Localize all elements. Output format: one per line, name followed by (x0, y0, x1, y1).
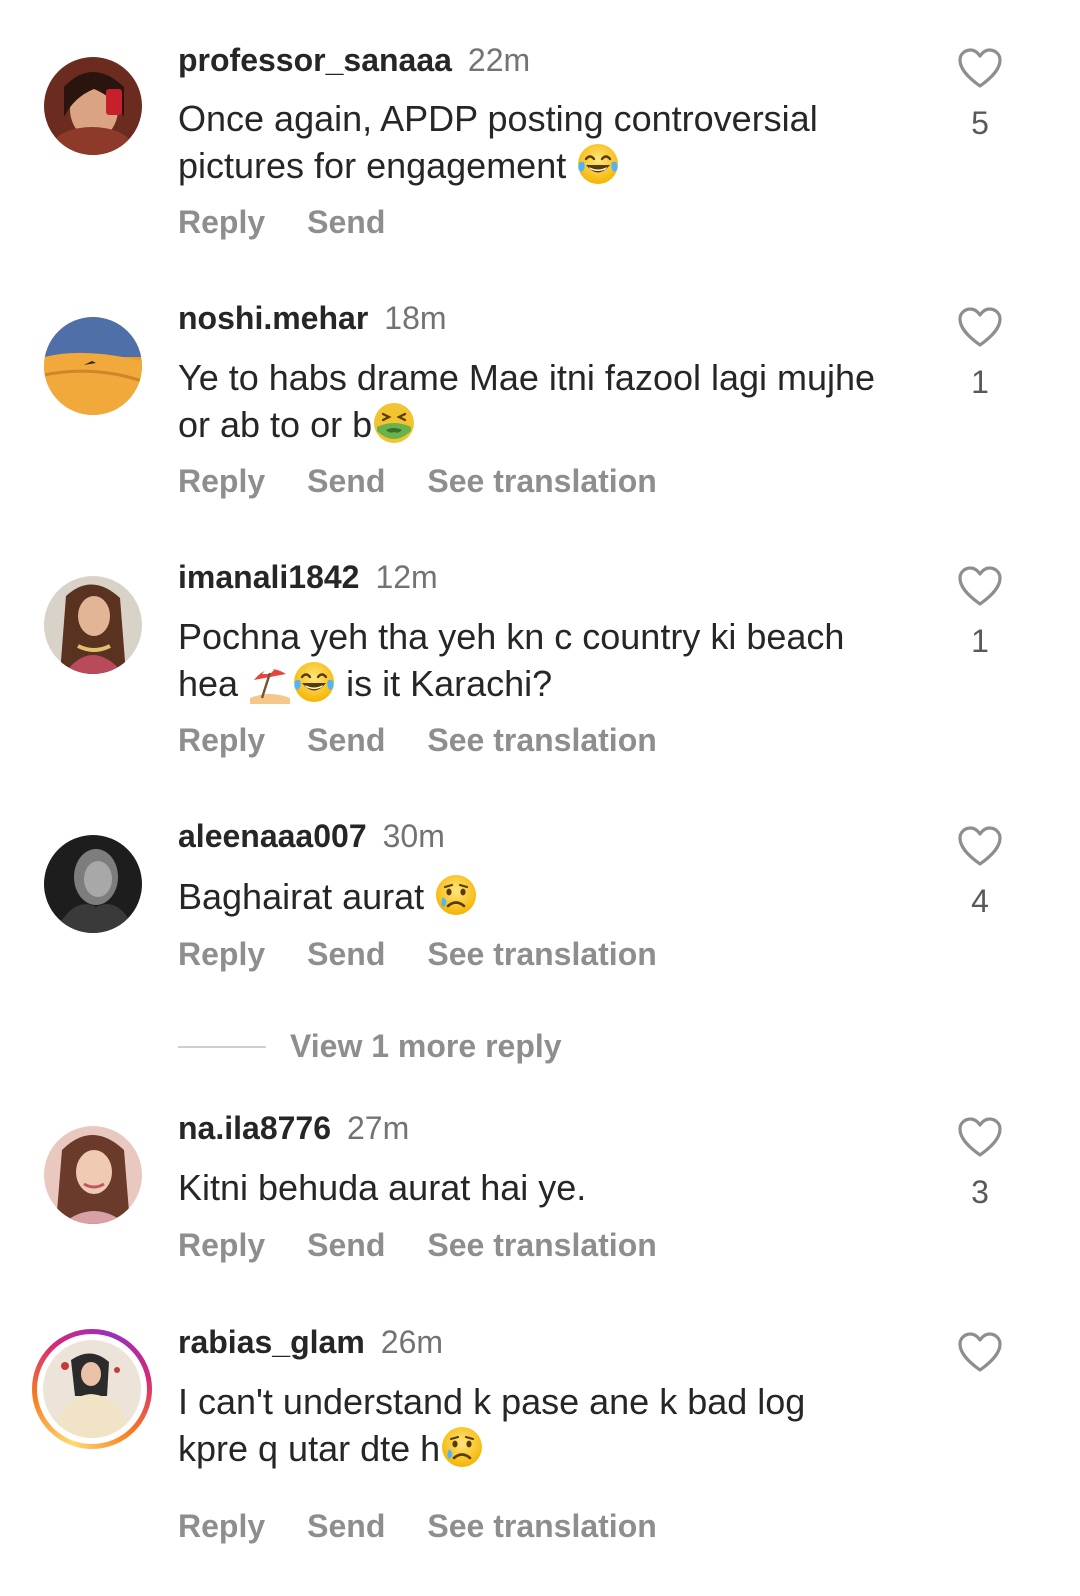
comment-text: Pochna yeh tha yeh kn c country ki beach… (178, 616, 845, 704)
timestamp: 18m (384, 300, 447, 336)
see-translation-button[interactable]: See translation (427, 936, 656, 972)
see-translation-button[interactable]: See translation (427, 1508, 656, 1544)
see-translation-button[interactable]: See translation (427, 463, 656, 499)
comment-text: Kitni behuda aurat hai ye. (178, 1167, 587, 1208)
avatar[interactable] (44, 835, 142, 933)
avatar[interactable] (44, 576, 142, 674)
like-count: 1 (971, 623, 989, 659)
reply-button[interactable]: Reply (178, 1227, 265, 1263)
username[interactable]: rabias_glam (178, 1324, 365, 1360)
username[interactable]: professor_sanaaa (178, 42, 452, 78)
comment-text: Ye to habs drame Mae itni fazool lagi mu… (178, 357, 876, 445)
beach-umbrella-emoji (248, 660, 292, 704)
username[interactable]: imanali1842 (178, 559, 359, 595)
comment-text: Baghairat aurat (178, 873, 938, 920)
timestamp: 26m (380, 1324, 444, 1360)
timestamp: 22m (467, 42, 531, 78)
avatar[interactable] (44, 57, 142, 155)
send-button[interactable]: Send (307, 204, 385, 240)
crying-emoji (440, 1425, 484, 1469)
like-count: 4 (971, 883, 989, 919)
divider (178, 1046, 266, 1048)
timestamp: 27m (347, 1110, 410, 1146)
nauseated-emoji (372, 401, 416, 445)
timestamp: 30m (382, 818, 445, 854)
reply-button[interactable]: Reply (178, 722, 265, 758)
joy-emoji (292, 660, 336, 704)
see-translation-button[interactable]: See translation (427, 722, 656, 758)
username[interactable]: aleenaaa007 (178, 818, 367, 854)
heart-icon[interactable] (956, 1330, 1004, 1374)
heart-icon[interactable] (956, 46, 1004, 90)
heart-icon[interactable] (956, 1115, 1004, 1159)
crying-emoji (434, 873, 478, 917)
reply-button[interactable]: Reply (178, 936, 265, 972)
reply-button[interactable]: Reply (178, 463, 265, 499)
username[interactable]: noshi.mehar (178, 300, 368, 336)
avatar[interactable] (44, 1126, 142, 1224)
send-button[interactable]: Send (307, 722, 385, 758)
avatar[interactable] (44, 317, 142, 415)
username[interactable]: na.ila8776 (178, 1110, 331, 1146)
heart-icon[interactable] (956, 305, 1004, 349)
see-translation-button[interactable]: See translation (427, 1227, 656, 1263)
joy-emoji (576, 142, 620, 186)
send-button[interactable]: Send (307, 936, 385, 972)
heart-icon[interactable] (956, 564, 1004, 608)
avatar-with-story-ring[interactable] (32, 1329, 152, 1449)
like-count: 1 (971, 364, 989, 400)
comment-text: Once again, APDP posting controversial p… (178, 98, 818, 186)
comment-text: I can't understand k pase ane k bad log … (178, 1381, 806, 1469)
like-count: 5 (971, 105, 989, 141)
heart-icon[interactable] (956, 824, 1004, 868)
view-more-replies-label[interactable]: View 1 more reply (290, 1026, 562, 1066)
timestamp: 12m (375, 559, 438, 595)
send-button[interactable]: Send (307, 1508, 385, 1544)
send-button[interactable]: Send (307, 1227, 385, 1263)
reply-button[interactable]: Reply (178, 204, 265, 240)
like-count: 3 (971, 1174, 989, 1210)
reply-button[interactable]: Reply (178, 1508, 265, 1544)
send-button[interactable]: Send (307, 463, 385, 499)
